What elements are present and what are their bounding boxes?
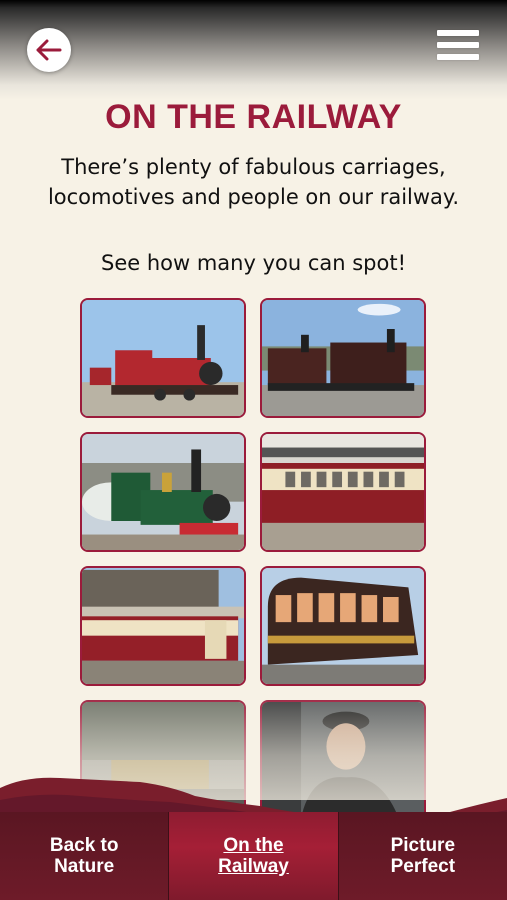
bottom-tab-bar: Back to Nature On the Railway Picture Pe…: [0, 812, 507, 900]
tab-on-the-railway[interactable]: On the Railway: [168, 812, 339, 900]
top-bar: [0, 0, 507, 100]
hamburger-menu-icon[interactable]: [437, 30, 479, 68]
red-carriages-photo[interactable]: [80, 566, 246, 686]
green-locomotive-photo[interactable]: [80, 432, 246, 552]
intro-text: There’s plenty of fabulous carriages, lo…: [47, 155, 460, 209]
spot-prompt: See how many you can spot!: [100, 251, 407, 275]
tab-back-to-nature[interactable]: Back to Nature: [0, 812, 168, 900]
page-title: ON THE RAILWAY: [105, 98, 402, 136]
arrow-left-icon: [36, 39, 62, 61]
observation-carriage-photo[interactable]: [260, 566, 426, 686]
red-locomotive-photo[interactable]: [80, 298, 246, 418]
back-button[interactable]: [27, 28, 71, 72]
red-carriage-at-station-photo[interactable]: [260, 432, 426, 552]
tab-picture-perfect[interactable]: Picture Perfect: [339, 812, 507, 900]
double-fairlie-locomotive-photo[interactable]: [260, 298, 426, 418]
